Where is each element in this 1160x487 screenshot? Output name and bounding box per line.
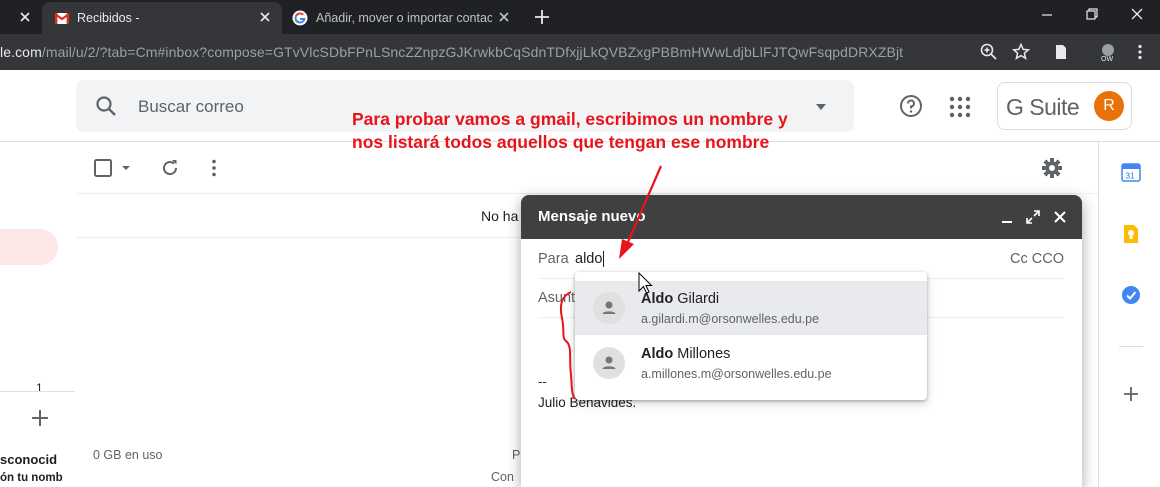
tab-title: Recibidos - <box>77 11 140 25</box>
search-icon[interactable] <box>95 95 117 117</box>
sidebar-count: 1 <box>36 381 43 395</box>
footer-link[interactable]: Con <box>491 470 514 484</box>
tasks-icon[interactable] <box>1121 285 1141 305</box>
tab-title: Añadir, mover o importar contact <box>316 11 492 25</box>
close-window-icon[interactable] <box>1125 5 1149 25</box>
contact-email: a.millones.m@orsonwelles.edu.pe <box>641 367 832 381</box>
minimize-window-icon[interactable] <box>1035 5 1059 25</box>
new-tab-plus-icon[interactable] <box>532 7 552 27</box>
annotation-line-1: Para probar vamos a gmail, escribimos un… <box>352 109 788 129</box>
url-domain: le.com <box>0 44 42 60</box>
contact-name-rest: Gilardi <box>673 291 720 307</box>
add-addon-plus-icon[interactable] <box>1121 384 1141 404</box>
compose-header[interactable]: Mensaje nuevo <box>521 195 1082 239</box>
autocomplete-item[interactable]: Aldo Gilardi a.gilardi.m@orsonwelles.edu… <box>575 281 927 335</box>
content-divider <box>76 237 522 238</box>
close-compose-icon[interactable] <box>1052 209 1068 225</box>
settings-gear-icon[interactable] <box>1041 157 1063 179</box>
to-input[interactable]: aldo <box>575 251 605 267</box>
help-icon[interactable] <box>899 94 923 118</box>
contact-avatar <box>593 292 625 324</box>
search-placeholder[interactable]: Buscar correo <box>138 97 244 117</box>
signature-separator: -- <box>538 374 547 389</box>
extension-ow-icon[interactable]: OW <box>1097 42 1117 62</box>
empty-inbox-message: No ha <box>481 208 519 224</box>
sidebar-divider <box>0 391 75 392</box>
browser-tab-strip: Recibidos - Añadir, mover o importar con… <box>0 0 1160 34</box>
restore-window-icon[interactable] <box>1079 5 1103 25</box>
to-label: Para <box>538 251 569 267</box>
url-text[interactable]: le.com/mail/u/2/?tab=Cm#inbox?compose=GT… <box>0 44 903 60</box>
document-extension-icon[interactable] <box>1051 42 1071 62</box>
refresh-icon[interactable] <box>160 158 180 178</box>
tutorial-annotation: Para probar vamos a gmail, escribimos un… <box>352 108 852 154</box>
autocomplete-item[interactable]: Aldo Millones a.millones.m@orsonwelles.e… <box>575 336 927 390</box>
svg-text:OW: OW <box>1101 56 1113 62</box>
recipient-autocomplete: Aldo Gilardi a.gilardi.m@orsonwelles.edu… <box>575 272 927 400</box>
address-bar[interactable]: le.com/mail/u/2/?tab=Cm#inbox?compose=GT… <box>0 34 1160 70</box>
contact-name: Aldo Gilardi <box>641 291 719 307</box>
google-g-icon <box>292 10 308 26</box>
apps-grid-icon[interactable] <box>949 96 971 118</box>
cc-bcc-links[interactable]: Cc CCO <box>1010 251 1064 267</box>
tab-recibidos[interactable]: Recibidos - <box>42 2 282 34</box>
url-path: /mail/u/2/?tab=Cm#inbox?compose=GTvVlcSD… <box>41 44 904 60</box>
sidebar-item-inbox[interactable] <box>0 229 58 265</box>
annotation-line-2: nos listará todos aquellos que tengan es… <box>352 132 770 152</box>
hangouts-contact-subtitle: ón tu nomb <box>0 472 63 484</box>
contact-name-match: Aldo <box>641 346 674 362</box>
contact-name: Aldo Millones <box>641 346 730 362</box>
contact-name-rest: Millones <box>673 346 731 362</box>
storage-usage: 0 GB en uso <box>93 448 163 462</box>
select-dropdown-icon[interactable] <box>121 164 131 172</box>
more-options-icon[interactable] <box>204 158 224 178</box>
side-panel: 31 <box>1098 142 1160 487</box>
tab-anadir-contactos[interactable]: Añadir, mover o importar contact <box>283 2 523 34</box>
close-tab-icon[interactable] <box>257 9 273 25</box>
compose-title: Mensaje nuevo <box>538 208 646 225</box>
svg-text:31: 31 <box>1126 172 1135 181</box>
gsuite-account-button[interactable]: G Suite R <box>997 82 1132 130</box>
browser-menu-icon[interactable] <box>1130 42 1150 62</box>
hangouts-contact-name[interactable]: sconocid <box>0 452 57 467</box>
gmail-icon <box>54 10 70 26</box>
close-tab-icon[interactable] <box>17 9 33 25</box>
contact-avatar <box>593 347 625 379</box>
contact-email: a.gilardi.m@orsonwelles.edu.pe <box>641 312 820 326</box>
close-tab-icon[interactable] <box>496 9 512 25</box>
bookmark-star-icon[interactable] <box>1011 42 1031 62</box>
avatar[interactable]: R <box>1094 91 1124 121</box>
contact-name-match: Aldo <box>641 291 674 307</box>
add-plus-icon[interactable] <box>30 408 50 428</box>
keep-icon[interactable] <box>1121 224 1141 244</box>
select-all-checkbox[interactable] <box>94 159 112 177</box>
zoom-icon[interactable] <box>979 42 999 62</box>
gsuite-logo: G Suite <box>1006 94 1080 120</box>
minimize-compose-icon[interactable] <box>999 209 1015 225</box>
fullscreen-compose-icon[interactable] <box>1025 209 1041 225</box>
footer-link[interactable]: P <box>512 448 520 462</box>
calendar-icon[interactable]: 31 <box>1121 162 1141 182</box>
side-panel-divider <box>1119 346 1143 347</box>
